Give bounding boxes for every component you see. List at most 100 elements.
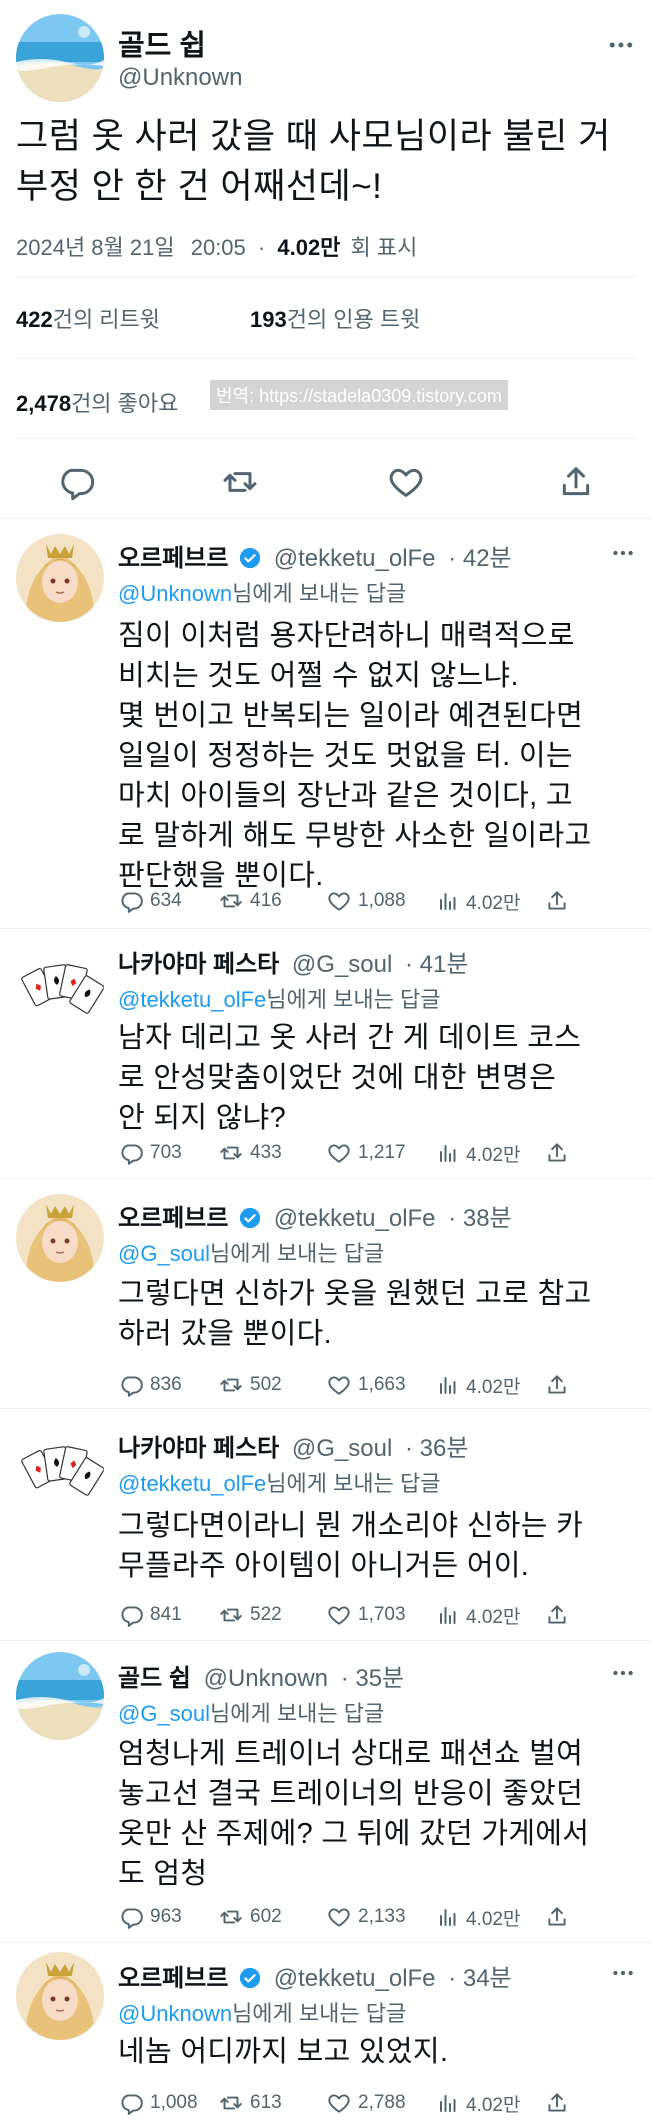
author-handle[interactable]: @Unknown xyxy=(118,64,242,92)
avatar[interactable] xyxy=(16,1652,104,1740)
share-button[interactable] xyxy=(544,1370,570,1400)
author-handle[interactable]: @tekketu_olFe xyxy=(274,1965,436,1992)
like-button[interactable]: 2,133 xyxy=(326,1902,406,1932)
reply-mention[interactable]: @Unknown xyxy=(118,2001,232,2026)
author-handle[interactable]: @tekketu_olFe xyxy=(274,545,436,572)
like-count: 2,788 xyxy=(358,2092,406,2113)
author-line: 오르페브르 @tekketu_olFe · 38분 xyxy=(118,1198,512,1236)
verified-badge-icon xyxy=(239,547,261,576)
reply-text: 그렇다면이라니 뭔 개소리야 신하는 카 무플라주 아이템이 아니거든 어이. xyxy=(118,1510,584,1582)
reply-time[interactable]: · 42분 xyxy=(448,545,511,572)
share-button[interactable] xyxy=(544,1600,570,1630)
share-button[interactable] xyxy=(544,1138,570,1168)
like-icon[interactable] xyxy=(386,462,426,502)
reply-tweet[interactable]: 오르페브르 @tekketu_olFe · 42분 @Unknown님에게 보내… xyxy=(0,524,652,930)
share-button[interactable] xyxy=(544,2088,570,2118)
meta-separator: · xyxy=(257,235,266,260)
reply-tweet[interactable]: 골드 쉽 @Unknown · 35분 @G_soul님에게 보내는 답글 엄청… xyxy=(0,1646,652,1944)
views-button[interactable]: 4.02만 xyxy=(436,1600,520,1630)
reply-actions: 836 502 1,663 4.02만 xyxy=(118,1370,638,1400)
retweet-button[interactable]: 433 xyxy=(218,1138,282,1168)
reply-button[interactable]: 836 xyxy=(118,1370,182,1400)
reply-icon[interactable] xyxy=(56,462,96,502)
reply-button[interactable]: 841 xyxy=(118,1600,182,1630)
tweet-time[interactable]: 20:05 xyxy=(191,235,246,260)
tweet-date[interactable]: 2024년 8월 21일 xyxy=(16,235,175,260)
views-count: 4.02만 xyxy=(466,892,521,914)
more-icon[interactable] xyxy=(610,540,636,571)
retweet-button[interactable]: 522 xyxy=(218,1600,282,1630)
views-button[interactable]: 4.02만 xyxy=(436,1902,520,1932)
avatar[interactable] xyxy=(16,1952,104,2040)
reply-mention[interactable]: @G_soul xyxy=(118,1701,210,1726)
author-handle[interactable]: @Unknown xyxy=(204,1665,328,1692)
reply-mention[interactable]: @G_soul xyxy=(118,1241,210,1266)
share-button[interactable] xyxy=(544,886,570,916)
views-icon xyxy=(440,1607,456,1624)
retweet-button[interactable]: 502 xyxy=(218,1370,282,1400)
retweet-stat[interactable]: 422건의 리트윗 xyxy=(16,302,160,334)
views-count: 4.02만 xyxy=(466,1606,521,1628)
reply-button[interactable]: 963 xyxy=(118,1902,182,1932)
author-handle[interactable]: @G_soul xyxy=(292,951,392,978)
reply-time[interactable]: · 38분 xyxy=(448,1205,511,1232)
reply-time[interactable]: · 41분 xyxy=(405,951,468,978)
reply-button[interactable]: 1,008 xyxy=(118,2088,198,2118)
author-name[interactable]: 오르페브르 xyxy=(118,1205,228,1232)
reply-tweet[interactable]: 나카야마 페스타 @G_soul · 36분 @tekketu_olFe님에게 … xyxy=(0,1414,652,1642)
author-name[interactable]: 골드 쉽 xyxy=(118,22,206,64)
reply-to: @Unknown님에게 보내는 답글 xyxy=(118,576,406,608)
more-icon[interactable] xyxy=(610,1960,636,1991)
author-handle[interactable]: @G_soul xyxy=(292,1435,392,1462)
reply-button[interactable]: 634 xyxy=(118,886,182,916)
author-name[interactable]: 오르페브르 xyxy=(118,1965,228,1992)
divider xyxy=(0,1178,652,1179)
more-icon[interactable] xyxy=(610,1660,636,1691)
avatar[interactable] xyxy=(16,534,104,622)
share-button[interactable] xyxy=(544,1902,570,1932)
more-icon[interactable] xyxy=(606,30,636,65)
views-button[interactable]: 4.02만 xyxy=(436,2088,520,2118)
author-name[interactable]: 나카야마 페스타 xyxy=(118,1435,279,1462)
reply-count: 963 xyxy=(150,1906,182,1927)
reply-mention[interactable]: @Unknown xyxy=(118,581,232,606)
like-stat[interactable]: 2,478건의 좋아요 xyxy=(16,386,178,418)
like-count: 1,217 xyxy=(358,1142,406,1163)
retweet-icon[interactable] xyxy=(220,462,260,502)
like-button[interactable]: 2,788 xyxy=(326,2088,406,2118)
author-name[interactable]: 나카야마 페스타 xyxy=(118,951,279,978)
divider xyxy=(0,1640,652,1641)
reply-time[interactable]: · 36분 xyxy=(405,1435,468,1462)
retweet-button[interactable]: 613 xyxy=(218,2088,282,2118)
reply-mention[interactable]: @tekketu_olFe xyxy=(118,987,266,1012)
views-icon xyxy=(440,1377,456,1394)
quote-stat[interactable]: 193건의 인용 트윗 xyxy=(250,302,420,334)
share-icon[interactable] xyxy=(556,462,596,502)
like-button[interactable]: 1,703 xyxy=(326,1600,406,1630)
author-name[interactable]: 골드 쉽 xyxy=(118,1665,191,1692)
reply-tweet[interactable]: 오르페브르 @tekketu_olFe · 38분 @G_soul님에게 보내는… xyxy=(0,1186,652,1410)
reply-time[interactable]: · 34분 xyxy=(448,1965,511,1992)
like-button[interactable]: 1,663 xyxy=(326,1370,406,1400)
views-button[interactable]: 4.02만 xyxy=(436,1138,520,1168)
reply-time[interactable]: · 35분 xyxy=(341,1665,404,1692)
avatar[interactable] xyxy=(16,1422,104,1510)
avatar[interactable] xyxy=(16,940,104,1028)
avatar[interactable] xyxy=(16,1194,104,1282)
reply-tweet[interactable]: 나카야마 페스타 @G_soul · 41분 @tekketu_olFe님에게 … xyxy=(0,934,652,1180)
avatar[interactable] xyxy=(16,14,104,102)
reply-tweet[interactable]: 오르페브르 @tekketu_olFe · 34분 @Unknown님에게 보내… xyxy=(0,1948,652,2127)
retweet-count: 502 xyxy=(250,1374,282,1395)
tweet-meta: 2024년 8월 21일 20:05 · 4.02만 회 표시 xyxy=(16,230,417,262)
author-name[interactable]: 오르페브르 xyxy=(118,545,228,572)
views-button[interactable]: 4.02만 xyxy=(436,886,520,916)
like-button[interactable]: 1,088 xyxy=(326,886,406,916)
reply-mention[interactable]: @tekketu_olFe xyxy=(118,1471,266,1496)
like-button[interactable]: 1,217 xyxy=(326,1138,406,1168)
retweet-button[interactable]: 416 xyxy=(218,886,282,916)
reply-text: 그렇다면 신하가 옷을 원했던 고로 참고 하러 갔을 뿐이다. xyxy=(118,1278,592,1350)
author-handle[interactable]: @tekketu_olFe xyxy=(274,1205,436,1232)
retweet-button[interactable]: 602 xyxy=(218,1902,282,1932)
reply-button[interactable]: 703 xyxy=(118,1138,182,1168)
views-button[interactable]: 4.02만 xyxy=(436,1370,520,1400)
